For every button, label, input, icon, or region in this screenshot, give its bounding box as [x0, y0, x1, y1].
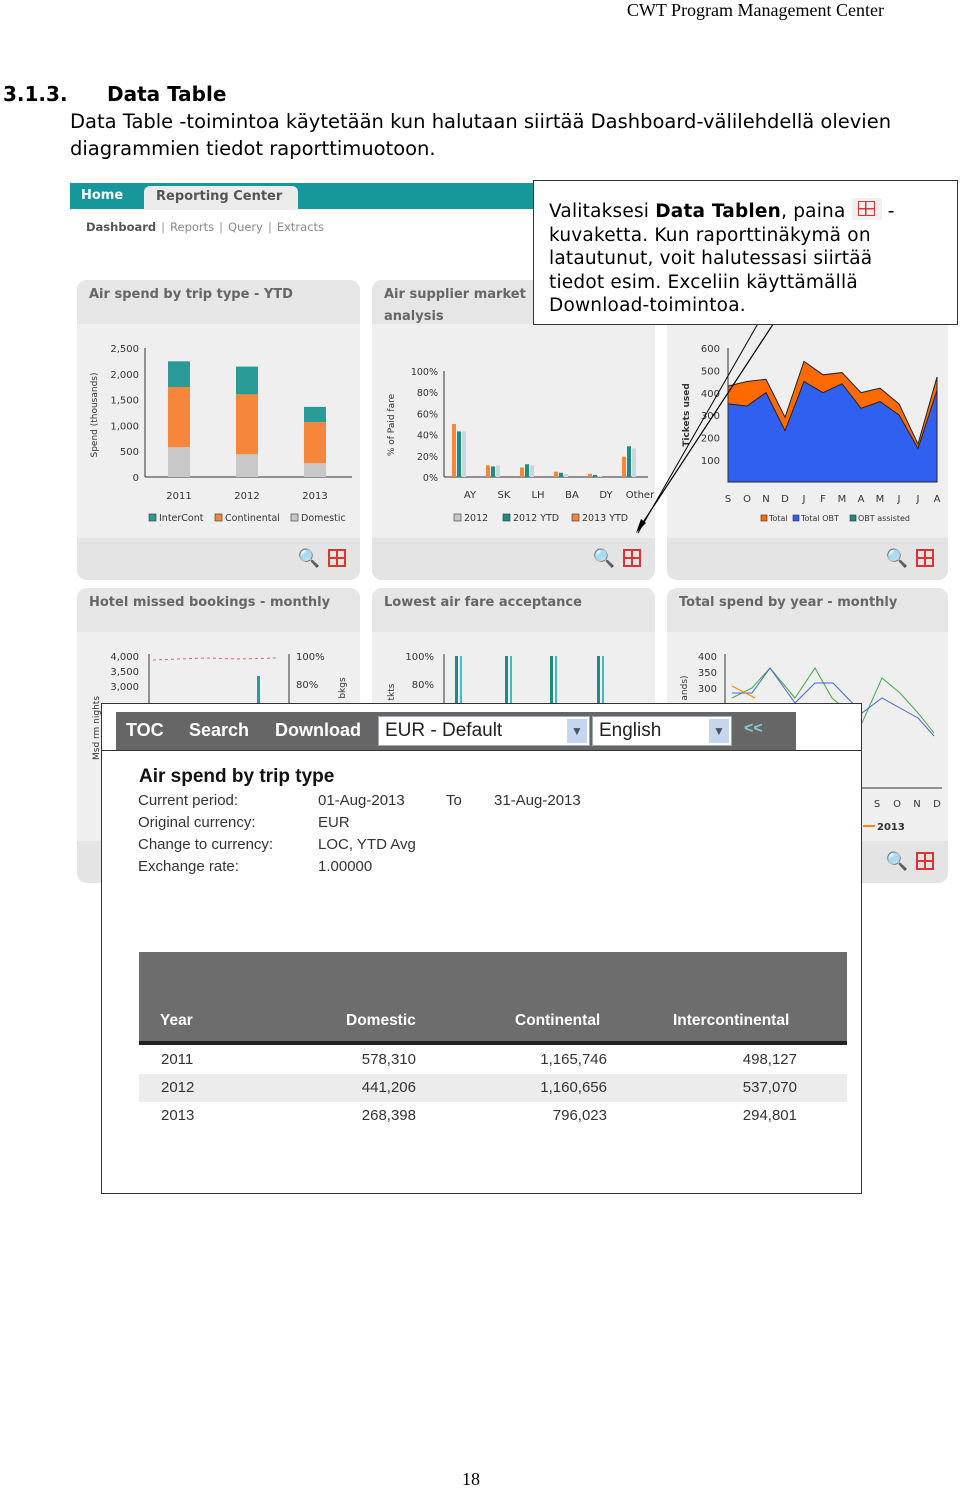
table-row: 2012 441,206 1,160,656 537,070	[139, 1074, 847, 1102]
meta-label: Current period:	[138, 792, 239, 809]
callout-text: -	[881, 201, 895, 222]
callout-text: , paina	[781, 201, 846, 222]
table-cell: 2012	[161, 1079, 195, 1096]
table-cell: 796,023	[552, 1107, 607, 1124]
window-toolbar: TOC Search Download EUR - Default ▼ Engli…	[116, 712, 796, 750]
table-cell: 537,070	[742, 1079, 797, 1096]
table-cell: 1,160,656	[540, 1079, 607, 1096]
collapse-button[interactable]: <<	[744, 720, 763, 738]
search-button[interactable]: Search	[189, 720, 249, 741]
table-header: Year Domestic Continental Intercontinent…	[139, 952, 847, 1045]
chevron-down-icon: ▼	[567, 719, 587, 743]
currency-select[interactable]: EUR - Default ▼	[378, 716, 590, 746]
meta-value: 01-Aug-2013	[318, 792, 405, 809]
meta-to-label: To	[446, 792, 462, 809]
table-cell: 294,801	[742, 1107, 797, 1124]
column-header[interactable]: Intercontinental	[673, 1012, 789, 1030]
meta-label: Exchange rate:	[138, 858, 239, 875]
meta-value: LOC, YTD Avg	[318, 836, 416, 853]
data-table-window: TOC Search Download EUR - Default ▼ Engli…	[101, 703, 862, 1194]
column-header[interactable]: Continental	[515, 1012, 600, 1030]
table-cell: 2013	[161, 1107, 195, 1124]
table-row: 2011 578,310 1,165,746 498,127	[139, 1046, 847, 1074]
table-cell: 2011	[161, 1051, 194, 1068]
toc-button[interactable]: TOC	[126, 720, 164, 741]
data-table-icon	[851, 198, 882, 220]
callout-text: kuvaketta. Kun raporttinäkymä on latautu…	[549, 224, 873, 317]
meta-value: EUR	[318, 814, 350, 831]
language-select[interactable]: English ▼	[592, 716, 732, 746]
currency-value: EUR - Default	[385, 720, 503, 741]
table-row: 2013 268,398 796,023 294,801	[139, 1102, 847, 1130]
table-cell: 498,127	[742, 1051, 797, 1068]
report-title: Air spend by trip type	[139, 766, 335, 787]
column-header[interactable]: Year	[160, 1012, 193, 1030]
meta-label: Change to currency:	[138, 836, 274, 853]
callout-bold: Data Tablen	[655, 201, 782, 222]
table-cell: 578,310	[361, 1051, 416, 1068]
meta-value: 1.00000	[318, 858, 373, 875]
table-cell: 441,206	[361, 1079, 416, 1096]
column-header[interactable]: Domestic	[346, 1012, 416, 1030]
meta-label: Original currency:	[138, 814, 256, 831]
download-button[interactable]: Download	[275, 720, 361, 741]
callout-text: Valitaksesi	[549, 201, 656, 222]
chevron-down-icon: ▼	[709, 719, 729, 743]
callout-box: Valitaksesi Data Tablen, paina - kuvaket…	[533, 180, 958, 325]
language-value: English	[599, 720, 662, 741]
table-cell: 268,398	[361, 1107, 416, 1124]
meta-to-value: 31-Aug-2013	[494, 792, 581, 809]
table-cell: 1,165,746	[540, 1051, 607, 1068]
